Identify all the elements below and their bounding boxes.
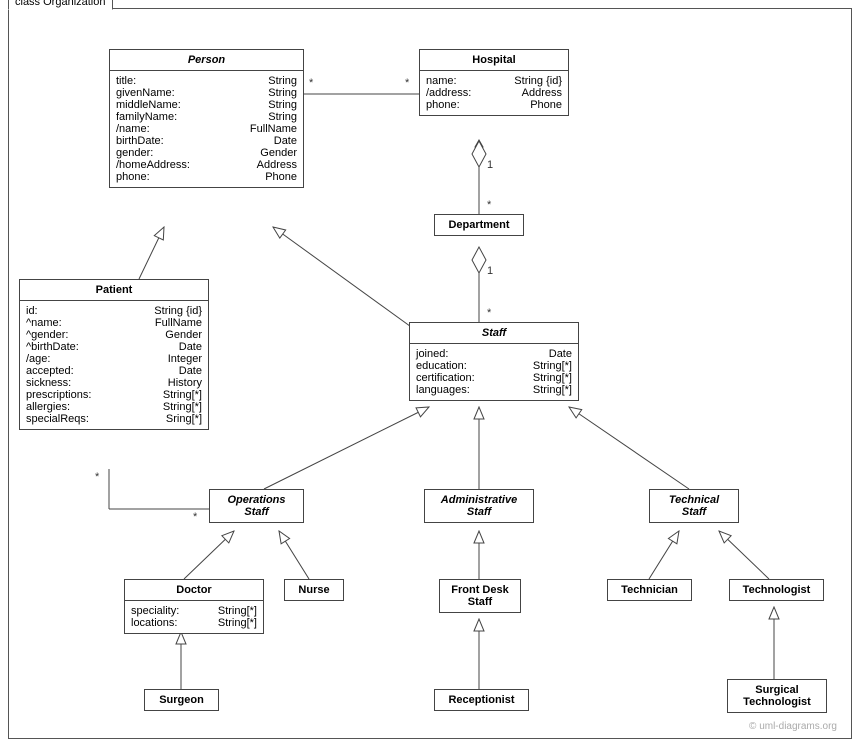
class-surgtech-title: Surgical Technologist xyxy=(728,680,826,712)
class-nurse-title: Nurse xyxy=(285,580,343,600)
class-surgeon: Surgeon xyxy=(144,689,219,711)
class-doctor-title: Doctor xyxy=(125,580,263,601)
class-frontdesk: Front Desk Staff xyxy=(439,579,521,613)
mult-patient-opstaff-2: * xyxy=(193,511,197,523)
class-doctor: Doctor speciality:String[*] locations:St… xyxy=(124,579,264,634)
mult-dept-staff-1: 1 xyxy=(487,265,493,277)
class-person-attrs: title:String givenName:String middleName… xyxy=(110,71,303,187)
mult-patient-opstaff-1: * xyxy=(95,471,99,483)
class-receptionist-title: Receptionist xyxy=(435,690,528,710)
mult-hospital-dept-star: * xyxy=(487,199,491,211)
class-hospital-attrs: name:String {id} /address:Address phone:… xyxy=(420,71,568,115)
mult-hospital-dept-1: 1 xyxy=(487,159,493,171)
package-frame: class Organization xyxy=(8,8,852,739)
class-techstaff: Technical Staff xyxy=(649,489,739,523)
mult-person-hospital-right: * xyxy=(405,77,409,89)
class-receptionist: Receptionist xyxy=(434,689,529,711)
class-staff-title: Staff xyxy=(410,323,578,344)
class-technologist: Technologist xyxy=(729,579,824,601)
class-hospital: Hospital name:String {id} /address:Addre… xyxy=(419,49,569,116)
watermark: © uml-diagrams.org xyxy=(749,721,837,732)
class-patient-title: Patient xyxy=(20,280,208,301)
class-surgtech: Surgical Technologist xyxy=(727,679,827,713)
class-technologist-title: Technologist xyxy=(730,580,823,600)
mult-person-hospital-left: * xyxy=(309,77,313,89)
class-hospital-title: Hospital xyxy=(420,50,568,71)
class-opstaff: Operations Staff xyxy=(209,489,304,523)
class-person-title: Person xyxy=(110,50,303,71)
class-adminstaff-title: Administrative Staff xyxy=(425,490,533,522)
class-opstaff-title: Operations Staff xyxy=(210,490,303,522)
class-frontdesk-title: Front Desk Staff xyxy=(440,580,520,612)
class-technician-title: Technician xyxy=(608,580,691,600)
class-staff-attrs: joined:Date education:String[*] certific… xyxy=(410,344,578,400)
class-surgeon-title: Surgeon xyxy=(145,690,218,710)
class-technician: Technician xyxy=(607,579,692,601)
class-adminstaff: Administrative Staff xyxy=(424,489,534,523)
class-patient-attrs: id:String {id} ^name:FullName ^gender:Ge… xyxy=(20,301,208,429)
class-doctor-attrs: speciality:String[*] locations:String[*] xyxy=(125,601,263,633)
class-nurse: Nurse xyxy=(284,579,344,601)
mult-dept-staff-star: * xyxy=(487,307,491,319)
class-patient: Patient id:String {id} ^name:FullName ^g… xyxy=(19,279,209,430)
class-person: Person title:String givenName:String mid… xyxy=(109,49,304,188)
class-techstaff-title: Technical Staff xyxy=(650,490,738,522)
class-department: Department xyxy=(434,214,524,236)
package-label: class Organization xyxy=(8,0,113,10)
class-staff: Staff joined:Date education:String[*] ce… xyxy=(409,322,579,401)
class-department-title: Department xyxy=(435,215,523,235)
